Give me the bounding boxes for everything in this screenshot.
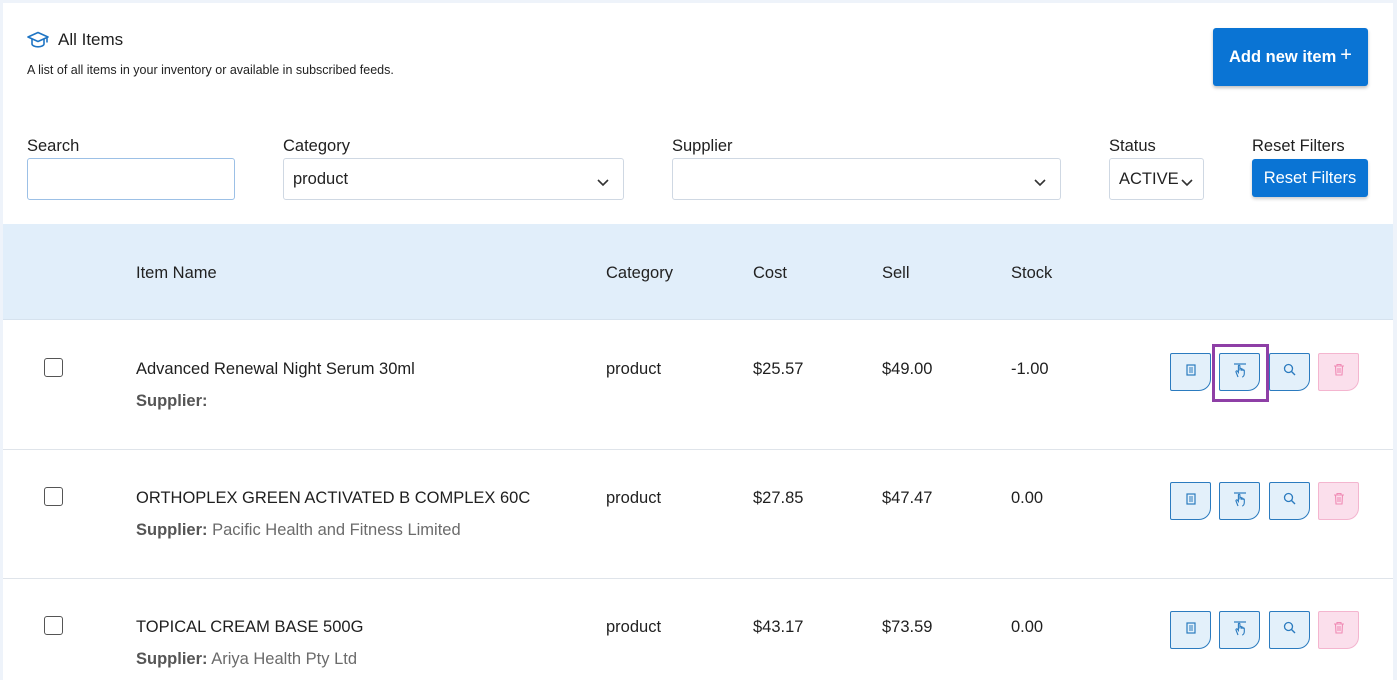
category-select-value: product <box>293 169 349 188</box>
delete-button[interactable] <box>1318 353 1359 391</box>
supplier-prefix: Supplier: <box>136 392 208 410</box>
view-button[interactable] <box>1269 482 1310 520</box>
search-icon <box>1283 621 1296 639</box>
item-cost: $25.57 <box>753 360 804 378</box>
delete-button[interactable] <box>1318 482 1359 520</box>
view-button[interactable] <box>1269 611 1310 649</box>
supplier-name: Pacific Health and Fitness Limited <box>212 521 461 539</box>
status-select[interactable]: ACTIVE <box>1109 158 1204 200</box>
item-name[interactable]: ORTHOPLEX GREEN ACTIVATED B COMPLEX 60C <box>136 489 530 508</box>
item-sell: $73.59 <box>882 618 933 636</box>
graduation-cap-icon <box>27 31 49 49</box>
page-title-text: All Items <box>58 30 124 49</box>
supplier-select[interactable] <box>672 158 1061 200</box>
search-icon <box>1283 363 1296 381</box>
details-button[interactable] <box>1170 353 1211 391</box>
search-input[interactable] <box>27 158 235 200</box>
row-checkbox[interactable] <box>44 487 63 506</box>
item-category: product <box>606 489 662 507</box>
table-header: Item Name Category Cost Sell Stock <box>3 224 1393 320</box>
chevron-down-icon <box>597 173 609 192</box>
page-title: All Items <box>27 30 123 50</box>
tap-hand-icon <box>1231 619 1249 642</box>
trash-icon <box>1333 363 1345 381</box>
category-select[interactable]: product <box>283 158 624 200</box>
search-icon <box>1283 492 1296 510</box>
item-cost: $43.17 <box>753 618 804 636</box>
chevron-down-icon <box>1034 173 1046 192</box>
document-icon <box>1185 363 1197 381</box>
item-category: product <box>606 618 662 636</box>
view-button[interactable] <box>1269 353 1310 391</box>
column-header-stock[interactable]: Stock <box>1011 264 1052 283</box>
add-new-item-label: Add new item <box>1229 47 1337 66</box>
items-panel: All Items A list of all items in your in… <box>3 3 1393 680</box>
search-label: Search <box>27 137 80 155</box>
item-name[interactable]: TOPICAL CREAM BASE 500G <box>136 618 363 637</box>
delete-button[interactable] <box>1318 611 1359 649</box>
item-stock: -1.00 <box>1011 360 1049 378</box>
item-supplier: Supplier: <box>136 392 208 411</box>
status-label: Status <box>1109 137 1156 155</box>
column-header-item-name[interactable]: Item Name <box>136 264 217 283</box>
supplier-name: Ariya Health Pty Ltd <box>211 650 358 668</box>
table-row: Advanced Renewal Night Serum 30ml Suppli… <box>3 321 1393 450</box>
tap-hand-icon <box>1231 490 1249 513</box>
item-stock: 0.00 <box>1011 618 1044 636</box>
details-button[interactable] <box>1170 482 1211 520</box>
column-header-cost[interactable]: Cost <box>753 264 787 283</box>
category-label: Category <box>283 137 350 155</box>
select-item-button[interactable] <box>1219 353 1260 391</box>
item-name[interactable]: Advanced Renewal Night Serum 30ml <box>136 360 415 379</box>
plus-icon: + <box>1340 43 1352 66</box>
document-icon <box>1185 621 1197 639</box>
reset-filters-label: Reset Filters <box>1252 137 1345 155</box>
details-button[interactable] <box>1170 611 1211 649</box>
item-sell: $49.00 <box>882 360 933 378</box>
item-supplier: Supplier: Ariya Health Pty Ltd <box>136 650 357 669</box>
select-item-button[interactable] <box>1219 611 1260 649</box>
row-checkbox[interactable] <box>44 616 63 635</box>
document-icon <box>1185 492 1197 510</box>
table-row: ORTHOPLEX GREEN ACTIVATED B COMPLEX 60C … <box>3 450 1393 579</box>
supplier-prefix: Supplier: <box>136 650 208 668</box>
item-category: product <box>606 360 662 378</box>
item-sell: $47.47 <box>882 489 933 507</box>
column-header-category[interactable]: Category <box>606 264 673 283</box>
item-supplier: Supplier: Pacific Health and Fitness Lim… <box>136 521 461 540</box>
reset-filters-button[interactable]: Reset Filters <box>1252 159 1368 197</box>
tap-hand-icon <box>1231 361 1249 384</box>
row-checkbox[interactable] <box>44 358 63 377</box>
item-stock: 0.00 <box>1011 489 1044 507</box>
add-new-item-button[interactable]: Add new item + <box>1213 28 1368 86</box>
chevron-down-icon <box>1181 173 1193 192</box>
page-subtitle: A list of all items in your inventory or… <box>27 63 394 77</box>
item-cost: $27.85 <box>753 489 804 507</box>
table-row: TOPICAL CREAM BASE 500G Supplier: Ariya … <box>3 579 1393 680</box>
status-select-value: ACTIVE <box>1119 169 1179 188</box>
supplier-prefix: Supplier: <box>136 521 208 539</box>
column-header-sell[interactable]: Sell <box>882 264 910 283</box>
trash-icon <box>1333 492 1345 510</box>
trash-icon <box>1333 621 1345 639</box>
supplier-label: Supplier <box>672 137 733 155</box>
select-item-button[interactable] <box>1219 482 1260 520</box>
